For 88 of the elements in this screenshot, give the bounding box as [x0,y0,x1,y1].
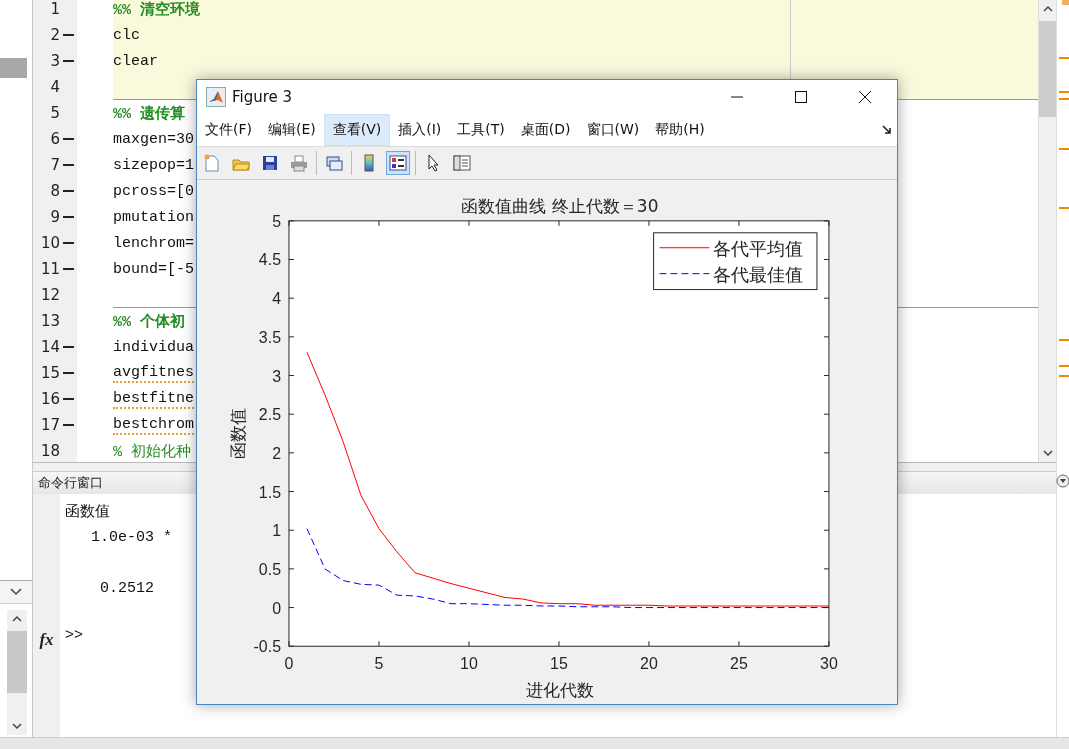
code-line: pcross=[0 [113,182,194,200]
legend-label: 各代最佳值 [713,263,804,285]
code-line: %% 清空环境 [113,0,200,19]
code-line: %% 遗传算 [113,104,185,123]
x-tick-label: 5 [374,655,384,673]
close-icon[interactable] [858,90,872,104]
maximize-icon[interactable] [794,90,808,104]
y-tick-label: 3.5 [258,328,281,346]
line-number: 1 [49,0,60,18]
x-tick-label: 0 [284,655,294,673]
y-tick-label: 4 [272,290,281,308]
scroll-up-icon[interactable] [12,615,22,622]
code-line: lenchrom= [113,234,194,252]
y-tick-label: 2.5 [258,406,281,424]
code-line: individua [113,338,194,356]
line-number: 14 [39,338,60,356]
code-line: sizepop=1 [113,156,194,174]
line-number: 8 [49,182,60,200]
menu-item[interactable]: 窗口(W) [578,114,648,146]
panel-title: 命令行窗口 [38,474,103,492]
line-number: 2 [49,26,60,44]
line-number: 9 [49,208,60,226]
line-number: 16 [39,390,60,408]
code-line: pmutation [113,208,194,226]
app-icon [206,87,226,107]
y-tick-label: 3 [272,367,281,385]
scroll-down-icon[interactable] [1042,450,1053,457]
line-number: 4 [49,78,60,96]
scrollbar[interactable] [7,610,27,735]
menu-item[interactable]: 编辑(E) [260,114,324,146]
line-number: 13 [39,312,60,330]
line-number: 12 [39,286,60,304]
x-tick-label: 10 [460,655,478,673]
line-number: 17 [39,416,60,434]
code-line: %% 个体初 [113,312,185,331]
x-tick-label: 20 [640,655,658,673]
code-line: clc [113,26,140,44]
line-number: 5 [49,104,60,122]
chevron-down-icon[interactable] [10,588,22,596]
scroll-thumb[interactable] [1039,21,1056,117]
line-number: 15 [39,364,60,382]
code-line: bestfitne [113,389,194,409]
scroll-down-icon[interactable] [12,723,22,730]
menu-item[interactable]: 文件(F) [197,114,260,146]
command-prompt[interactable]: >> [65,627,172,644]
y-tick-label: 0.5 [258,560,281,578]
y-tick-label: 0 [272,599,281,617]
legend-tool-icon[interactable] [386,151,410,175]
y-tick-label: -0.5 [253,638,281,656]
line-number: 11 [39,260,60,278]
y-axis-label: 函数值 [228,407,249,459]
code-line: bestchrom [113,415,194,435]
x-tick-label: 25 [730,655,748,673]
line-number: 6 [49,130,60,148]
y-tick-label: 4.5 [258,251,281,269]
code-line: maxgen=30 [113,130,194,148]
x-tick-label: 30 [820,655,838,673]
y-tick-label: 5 [272,212,281,230]
code-line: clear [113,52,158,70]
console-output: 函数值 [65,502,111,521]
y-tick-label: 2 [272,444,281,462]
console-output: 0.2512 [100,580,155,597]
line-number: 18 [39,442,60,460]
line-number: 3 [49,52,60,70]
legend-label: 各代平均值 [713,237,804,259]
menu-item[interactable]: 插入(I) [390,114,450,146]
menu-item[interactable]: 桌面(D) [512,114,579,146]
y-tick-label: 1 [272,522,281,540]
scroll-thumb[interactable] [7,631,27,693]
code-line: % 初始化种 [113,442,191,461]
menu-item[interactable]: 工具(T) [449,114,513,146]
window-title: Figure 3 [232,88,294,106]
x-axis-label: 进化代数 [525,680,594,701]
dropdown-icon[interactable] [1055,473,1069,489]
dock-arrow-icon[interactable] [882,125,892,135]
code-line: bound=[-5 [113,260,194,278]
line-number: 10 [39,234,60,252]
line-number: 7 [49,156,60,174]
chart-title: 函数值曲线 终止代数＝30 [461,195,659,216]
console-output: 1.0e-03 * [91,529,172,546]
code-line: avgfitnes [113,363,194,383]
menu-item[interactable]: 帮助(H) [647,114,713,146]
function-button[interactable]: fx [39,630,54,650]
menu-item[interactable]: 查看(V) [323,114,391,146]
scroll-up-icon[interactable] [1042,5,1053,12]
x-tick-label: 15 [550,655,568,673]
scrollbar[interactable] [1038,0,1056,462]
y-tick-label: 1.5 [258,483,281,501]
